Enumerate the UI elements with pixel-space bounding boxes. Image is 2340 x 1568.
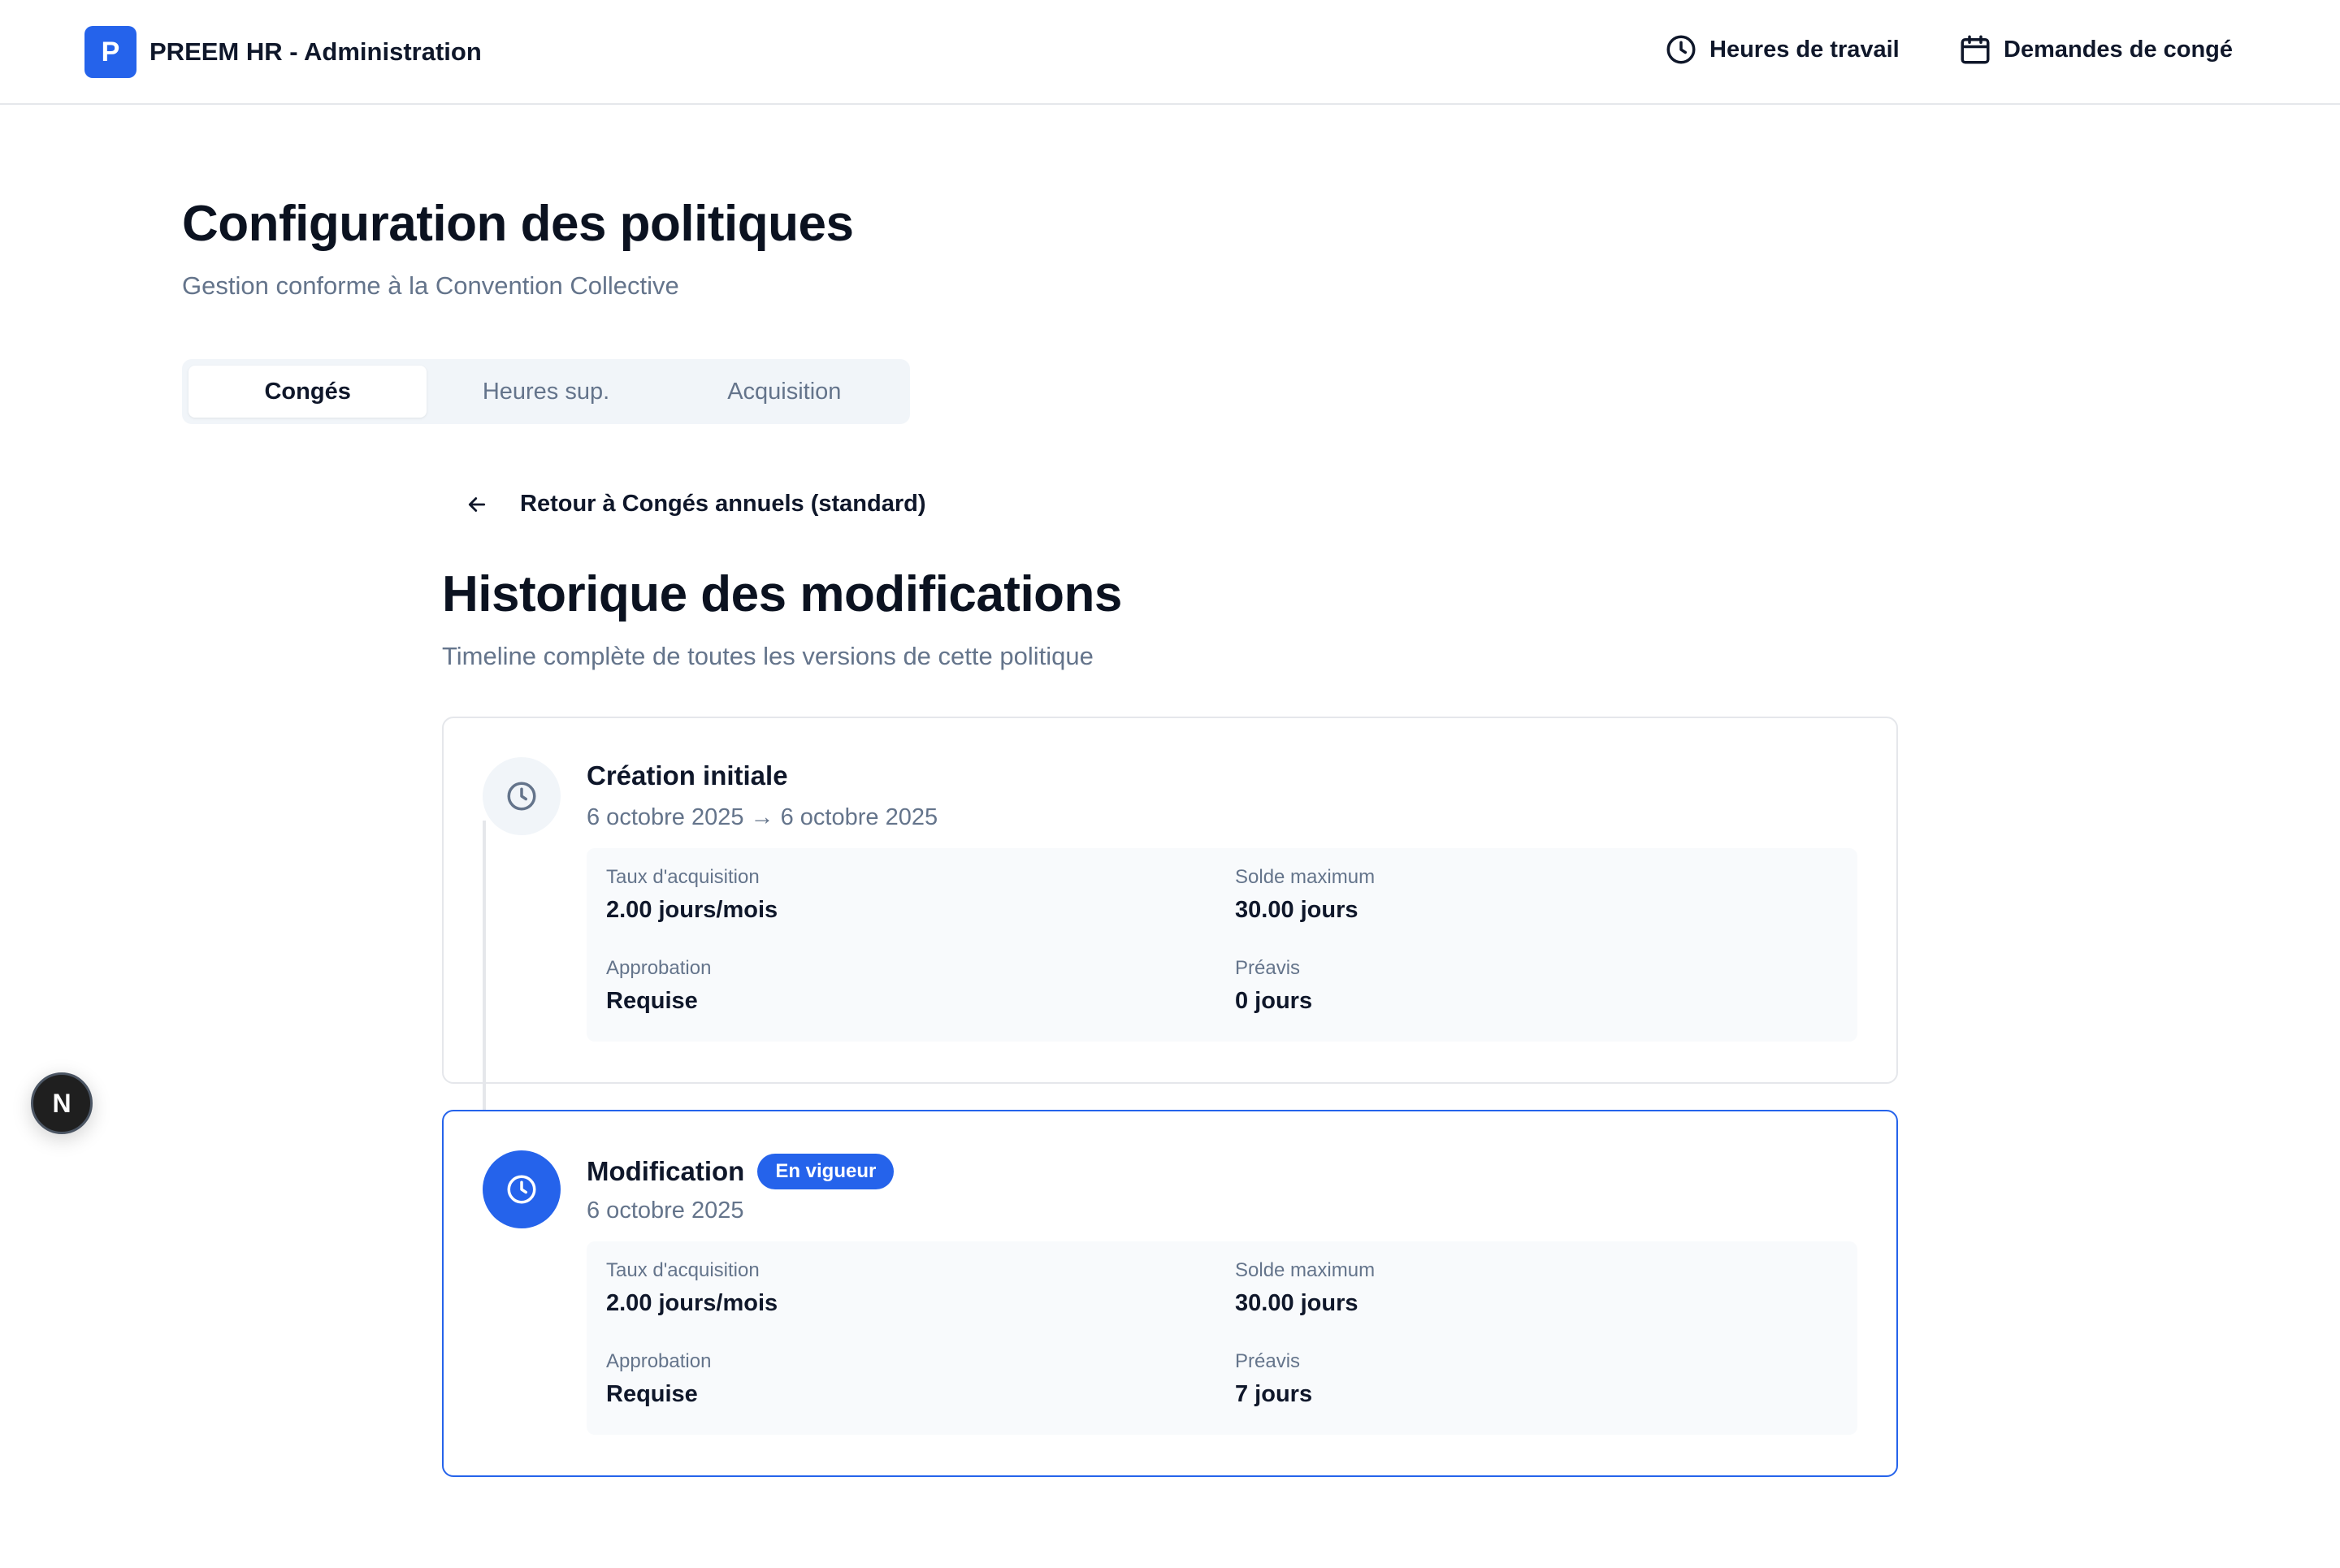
page-title: Configuration des politiques [182, 196, 854, 252]
tab-conges[interactable]: Congés [188, 366, 427, 418]
nav-leave-requests-label: Demandes de congé [2004, 36, 2234, 63]
field-accrual-rate: Taux d'acquisition 2.00 jours/mois [606, 866, 778, 924]
field-label: Préavis [1235, 1350, 1301, 1372]
clock-icon [1666, 35, 1696, 64]
field-label: Préavis [1235, 957, 1301, 979]
back-link[interactable]: Retour à Congés annuels (standard) [465, 491, 926, 518]
policy-tabs: Congés Heures sup. Acquisition [182, 359, 910, 424]
top-bar: P PREEM HR - Administration Heures de tr… [0, 0, 2340, 105]
field-accrual-rate: Taux d'acquisition 2.00 jours/mois [606, 1259, 778, 1317]
status-badge: En vigueur [757, 1154, 895, 1189]
brand-logo: P [84, 26, 136, 78]
nav-work-hours-label: Heures de travail [1710, 36, 1900, 63]
field-approval: Approbation Requise [606, 1350, 711, 1408]
entry-header: Modification En vigueur [587, 1154, 895, 1189]
field-approval: Approbation Requise [606, 957, 711, 1015]
timeline-dot [483, 757, 561, 835]
field-notice: Préavis 0 jours [1235, 957, 1312, 1015]
entry-dates: 6 octobre 2025 [587, 1198, 744, 1224]
field-notice: Préavis 7 jours [1235, 1350, 1312, 1408]
field-max-balance: Solde maximum 30.00 jours [1235, 866, 1375, 924]
field-label: Approbation [606, 1350, 712, 1372]
entry-title: Création initiale [587, 760, 788, 790]
entry-details: Taux d'acquisition 2.00 jours/mois Solde… [587, 1241, 1857, 1435]
nav-work-hours[interactable]: Heures de travail [1664, 32, 1900, 67]
field-value: Requise [606, 988, 698, 1014]
field-max-balance: Solde maximum 30.00 jours [1235, 1259, 1375, 1317]
field-value: 0 jours [1235, 988, 1313, 1014]
page: P PREEM HR - Administration Heures de tr… [0, 0, 2340, 1568]
calendar-icon [1961, 35, 1990, 64]
back-link-label: Retour à Congés annuels (standard) [520, 491, 926, 517]
history-entry-current: Modification En vigueur 6 octobre 2025 T… [442, 1110, 1898, 1477]
field-value: 2.00 jours/mois [606, 1290, 778, 1316]
field-value: 7 jours [1235, 1381, 1313, 1407]
history-title: Historique des modifications [442, 566, 1122, 622]
field-label: Solde maximum [1235, 866, 1376, 888]
clock-icon [507, 782, 536, 811]
field-label: Taux d'acquisition [606, 866, 760, 888]
nav-leave-requests[interactable]: Demandes de congé [1958, 32, 2233, 67]
field-label: Taux d'acquisition [606, 1259, 760, 1281]
tab-heures-sup[interactable]: Heures sup. [427, 366, 665, 418]
entry-dates: 6 octobre 2025 → 6 octobre 2025 [587, 804, 938, 830]
timeline-dot [483, 1150, 561, 1228]
history-entry: Création initiale 6 octobre 2025 → 6 oct… [442, 717, 1898, 1084]
field-value: 2.00 jours/mois [606, 897, 778, 923]
field-value: 30.00 jours [1235, 897, 1358, 923]
timeline-connector [483, 821, 486, 1110]
entry-details: Taux d'acquisition 2.00 jours/mois Solde… [587, 848, 1857, 1042]
page-subtitle: Gestion conforme à la Convention Collect… [182, 271, 679, 300]
brand[interactable]: P PREEM HR - Administration [84, 26, 482, 78]
app-title: PREEM HR - Administration [150, 37, 482, 66]
field-label: Approbation [606, 957, 712, 979]
tab-acquisition[interactable]: Acquisition [665, 366, 904, 418]
nextjs-dev-button[interactable]: N [31, 1072, 93, 1134]
entry-title: Modification [587, 1156, 745, 1186]
arrow-left-icon [468, 496, 486, 512]
field-value: 30.00 jours [1235, 1290, 1358, 1316]
history-subtitle: Timeline complète de toutes les versions… [442, 642, 1094, 670]
clock-icon [507, 1175, 536, 1204]
entry-header: Création initiale [587, 760, 788, 791]
field-label: Solde maximum [1235, 1259, 1376, 1281]
field-value: Requise [606, 1381, 698, 1407]
